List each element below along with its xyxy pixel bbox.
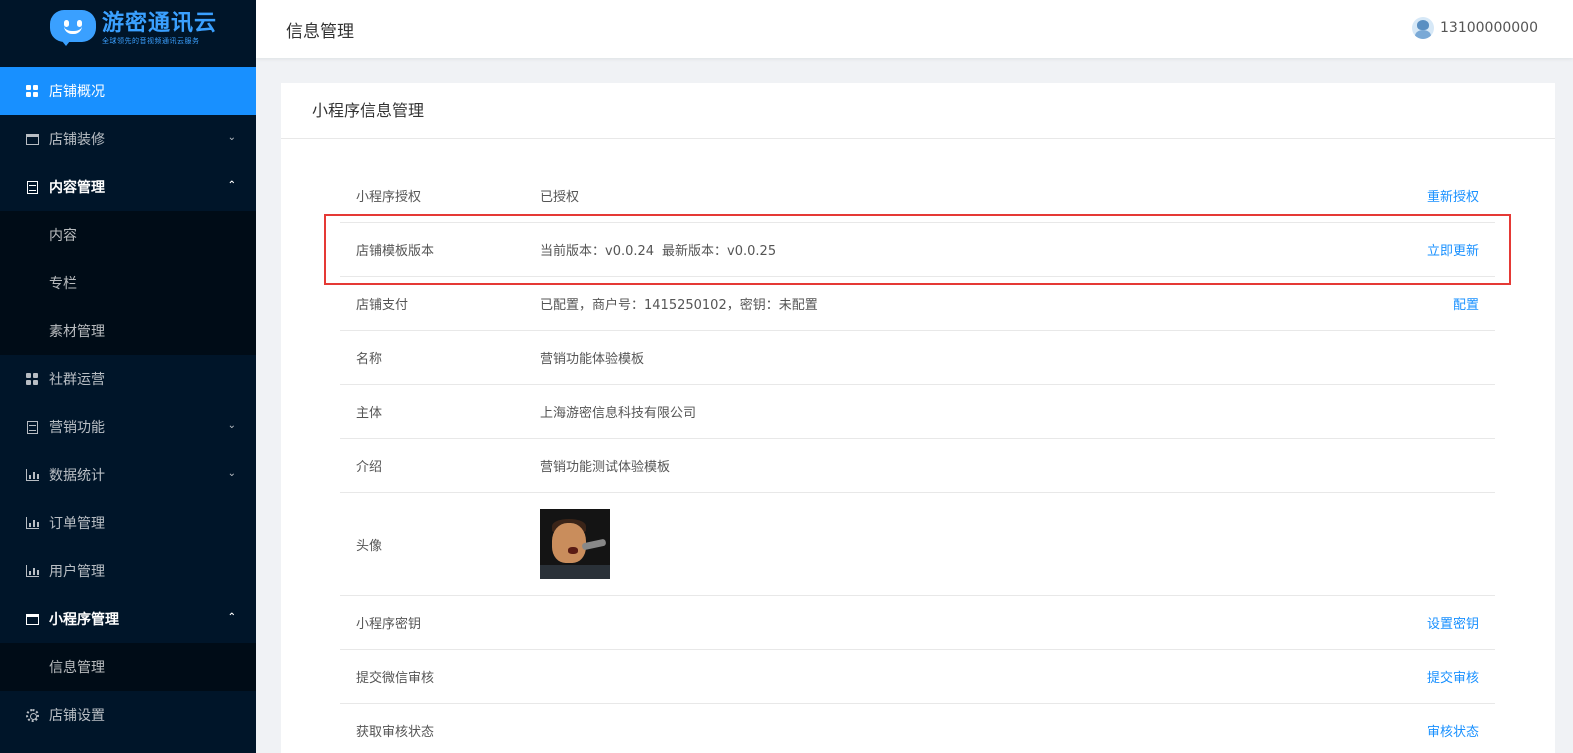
row-value xyxy=(540,509,1495,579)
row-value: 营销功能体验模板 xyxy=(540,352,645,367)
row-value: 已授权 xyxy=(540,190,580,205)
avatar-image xyxy=(540,509,610,579)
username: 13100000000 xyxy=(1440,20,1538,36)
bar-chart-icon xyxy=(25,564,39,578)
top-header: 信息管理 13100000000 xyxy=(256,0,1573,58)
sidebar-item-store-settings[interactable]: 店铺设置 xyxy=(0,691,256,739)
set-key-link[interactable]: 设置密钥 xyxy=(1427,613,1479,632)
sidebar-item-label: 社群运营 xyxy=(49,372,105,388)
bar-chart-icon xyxy=(25,516,39,530)
sidebar-item-community-operation[interactable]: 社群运营 xyxy=(0,355,256,403)
sidebar-item-label: 素材管理 xyxy=(49,324,105,340)
sidebar-item-label: 内容管理 xyxy=(49,180,105,196)
sidebar-item-statistics[interactable]: 数据统计 ⌄ xyxy=(0,451,256,499)
sidebar-item-miniprogram-management[interactable]: 小程序管理 ⌃ xyxy=(0,595,256,643)
chevron-down-icon: ⌄ xyxy=(227,468,236,479)
row-subject: 主体 上海游密信息科技有限公司 xyxy=(340,385,1495,439)
row-value: 上海游密信息科技有限公司 xyxy=(540,406,697,421)
sidebar-item-material-management[interactable]: 素材管理 xyxy=(0,307,256,355)
row-label: 小程序密钥 xyxy=(356,617,422,632)
review-status-link[interactable]: 审核状态 xyxy=(1427,721,1479,740)
chevron-up-icon: ⌃ xyxy=(227,180,236,191)
reauthorize-link[interactable]: 重新授权 xyxy=(1427,186,1479,205)
row-payment: 店铺支付 已配置，商户号：1415250102，密钥：未配置 配置 xyxy=(340,277,1495,331)
info-card: 小程序信息管理 小程序授权 已授权 重新授权 店铺模板版本 当前版本：v0.0.… xyxy=(281,83,1555,753)
user-menu[interactable]: 13100000000 xyxy=(1412,17,1538,39)
brand-subtitle: 全球领先的音视频通讯云服务 xyxy=(102,37,200,45)
row-avatar: 头像 xyxy=(340,493,1495,596)
document-icon xyxy=(25,180,39,194)
row-label: 店铺支付 xyxy=(356,298,409,313)
document-icon xyxy=(25,420,39,434)
row-label: 头像 xyxy=(356,538,383,554)
row-authorization: 小程序授权 已授权 重新授权 xyxy=(340,169,1495,223)
submenu-miniprogram-management: 信息管理 xyxy=(0,643,256,691)
sidebar: 游密通讯云 全球领先的音视频通讯云服务 店铺概况 店铺装修 ⌄ 内容管理 ⌃ 内… xyxy=(0,0,256,753)
row-name: 名称 营销功能体验模板 xyxy=(340,331,1495,385)
row-submit-review: 提交微信审核 提交审核 xyxy=(340,650,1495,704)
row-template-version: 店铺模板版本 当前版本：v0.0.24 最新版本：v0.0.25 立即更新 xyxy=(340,223,1495,277)
latest-version: 最新版本：v0.0.25 xyxy=(662,244,777,259)
chevron-down-icon: ⌄ xyxy=(227,132,236,143)
sidebar-item-label: 用户管理 xyxy=(49,564,105,580)
row-value: 营销功能测试体验模板 xyxy=(540,460,671,475)
sidebar-item-label: 店铺装修 xyxy=(49,132,105,148)
sidebar-item-user-management[interactable]: 用户管理 xyxy=(0,547,256,595)
sidebar-item-content[interactable]: 内容 xyxy=(0,211,256,259)
chevron-down-icon: ⌄ xyxy=(227,420,236,431)
sidebar-menu: 店铺概况 店铺装修 ⌄ 内容管理 ⌃ 内容 专栏 素材管理 社群运营 营销功能 … xyxy=(0,67,256,739)
configure-link[interactable]: 配置 xyxy=(1453,294,1479,313)
row-value: 当前版本：v0.0.24 最新版本：v0.0.25 xyxy=(540,240,1495,259)
row-label: 名称 xyxy=(356,352,383,367)
row-label: 提交微信审核 xyxy=(356,671,435,686)
sidebar-item-label: 营销功能 xyxy=(49,420,105,436)
page-title: 信息管理 xyxy=(286,22,354,42)
sidebar-item-marketing[interactable]: 营销功能 ⌄ xyxy=(0,403,256,451)
row-label: 介绍 xyxy=(356,460,383,475)
submit-review-link[interactable]: 提交审核 xyxy=(1427,667,1479,686)
row-label: 主体 xyxy=(356,406,383,421)
sidebar-item-label: 内容 xyxy=(49,228,77,244)
sidebar-item-column[interactable]: 专栏 xyxy=(0,259,256,307)
sidebar-item-label: 订单管理 xyxy=(49,516,105,532)
current-version: 当前版本：v0.0.24 xyxy=(540,244,655,259)
sidebar-item-order-management[interactable]: 订单管理 xyxy=(0,499,256,547)
sidebar-item-label: 店铺概况 xyxy=(49,84,105,100)
row-review-status: 获取审核状态 审核状态 xyxy=(340,704,1495,753)
row-label: 店铺模板版本 xyxy=(356,244,435,259)
grid-icon xyxy=(25,372,39,386)
sidebar-item-label: 店铺设置 xyxy=(49,708,105,724)
sidebar-item-store-decoration[interactable]: 店铺装修 ⌄ xyxy=(0,115,256,163)
bar-chart-icon xyxy=(25,468,39,482)
sidebar-item-store-overview[interactable]: 店铺概况 xyxy=(0,67,256,115)
chevron-up-icon: ⌃ xyxy=(227,612,236,623)
sidebar-item-label: 专栏 xyxy=(49,276,77,292)
brand-title: 游密通讯云 xyxy=(102,11,218,36)
info-list: 小程序授权 已授权 重新授权 店铺模板版本 当前版本：v0.0.24 最新版本：v… xyxy=(340,169,1495,753)
chat-bubble-logo-icon xyxy=(50,10,96,48)
sidebar-item-label: 信息管理 xyxy=(49,660,105,676)
user-avatar-icon xyxy=(1412,17,1435,39)
sidebar-item-content-management[interactable]: 内容管理 ⌃ xyxy=(0,163,256,211)
sidebar-item-label: 小程序管理 xyxy=(49,612,119,628)
dashboard-grid-icon xyxy=(25,84,39,98)
card-title: 小程序信息管理 xyxy=(281,83,1555,139)
row-label: 小程序授权 xyxy=(356,190,422,205)
row-secret-key: 小程序密钥 设置密钥 xyxy=(340,596,1495,650)
sidebar-item-label: 数据统计 xyxy=(49,468,105,484)
submenu-content-management: 内容 专栏 素材管理 xyxy=(0,211,256,355)
row-introduction: 介绍 营销功能测试体验模板 xyxy=(340,439,1495,493)
gear-icon xyxy=(25,708,39,722)
store-icon xyxy=(25,132,39,146)
sidebar-item-info-management[interactable]: 信息管理 xyxy=(0,643,256,691)
row-label: 获取审核状态 xyxy=(356,725,435,740)
store-icon xyxy=(25,612,39,626)
row-value: 已配置，商户号：1415250102，密钥：未配置 xyxy=(540,298,818,313)
update-now-link[interactable]: 立即更新 xyxy=(1427,240,1479,259)
brand-logo[interactable]: 游密通讯云 全球领先的音视频通讯云服务 xyxy=(0,0,256,58)
